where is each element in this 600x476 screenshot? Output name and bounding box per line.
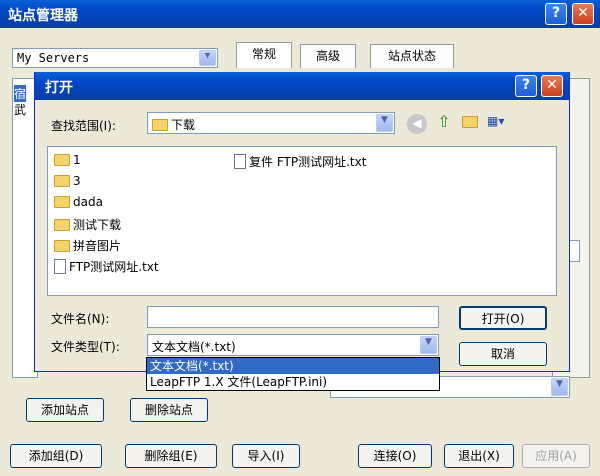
filename-input[interactable] bbox=[147, 306, 439, 328]
look-in-select[interactable]: 下载 ▼ bbox=[147, 112, 395, 134]
close-button[interactable]: ✕ bbox=[572, 3, 594, 25]
list-item[interactable]: 复件 FTP测试网址.txt bbox=[234, 153, 366, 170]
back-icon[interactable]: ◀ bbox=[407, 114, 427, 134]
view-menu-icon[interactable]: ▦▾ bbox=[487, 114, 515, 132]
look-in-value: 下载 bbox=[171, 118, 196, 132]
list-item[interactable]: 1 bbox=[54, 153, 81, 167]
help-button[interactable]: ? bbox=[515, 75, 537, 97]
list-item[interactable]: FTP测试网址.txt bbox=[54, 258, 159, 275]
server-select[interactable]: My Servers ▼ bbox=[12, 48, 218, 68]
look-in-label: 查找范围(I): bbox=[51, 119, 116, 133]
dropdown-option[interactable]: 文本文档(*.txt) bbox=[147, 358, 439, 374]
filename-label: 文件名(N): bbox=[51, 312, 110, 326]
filetype-label: 文件类型(T): bbox=[51, 340, 120, 354]
chevron-down-icon[interactable]: ▼ bbox=[420, 336, 437, 354]
list-item[interactable]: dada bbox=[54, 195, 103, 209]
text-file-icon bbox=[234, 154, 246, 169]
delete-group-button[interactable]: 删除组(E) bbox=[125, 444, 217, 468]
help-button[interactable]: ? bbox=[545, 3, 567, 25]
folder-icon bbox=[54, 175, 70, 187]
list-item[interactable]: 3 bbox=[54, 174, 81, 188]
text-file-icon bbox=[54, 259, 66, 274]
exit-button[interactable]: 退出(X) bbox=[444, 444, 514, 468]
folder-icon bbox=[54, 196, 70, 208]
chevron-down-icon[interactable]: ▼ bbox=[551, 378, 568, 396]
server-select-value: My Servers bbox=[17, 51, 90, 65]
filetype-select[interactable]: 文本文档(*.txt) ▼ bbox=[147, 334, 439, 356]
delete-site-button[interactable]: 删除站点 bbox=[130, 398, 208, 422]
chevron-down-icon[interactable]: ▼ bbox=[376, 114, 393, 132]
new-folder-icon[interactable] bbox=[459, 112, 481, 134]
close-button[interactable]: ✕ bbox=[541, 75, 563, 97]
add-group-button[interactable]: 添加组(D) bbox=[10, 444, 102, 468]
file-list[interactable]: 1 3 dada 测试下载 拼音图片 FTP测试网址.txt 复件 FTP测试网… bbox=[47, 146, 557, 296]
open-dialog-title: 打开 bbox=[45, 80, 73, 96]
folder-icon bbox=[54, 154, 70, 166]
tab-site-status[interactable]: 站点状态 bbox=[370, 44, 454, 68]
site-manager-title: 站点管理器 bbox=[8, 8, 78, 24]
connect-button[interactable]: 连接(O) bbox=[358, 444, 432, 468]
chevron-down-icon[interactable]: ▼ bbox=[199, 50, 216, 66]
list-item[interactable]: 拼音图片 bbox=[54, 237, 121, 254]
import-button[interactable]: 导入(I) bbox=[232, 444, 300, 468]
folder-icon bbox=[54, 240, 70, 252]
tree-item[interactable]: 宿 bbox=[14, 85, 27, 102]
apply-button[interactable]: 应用(A) bbox=[522, 444, 590, 468]
open-dialog-titlebar: 打开 ? ✕ bbox=[35, 72, 569, 100]
open-dialog: 打开 ? ✕ 查找范围(I): 下载 ▼ ◀ ⇧ ▦▾ 1 3 dada 测试下… bbox=[34, 72, 570, 372]
folder-icon bbox=[54, 219, 70, 231]
tree-item[interactable]: 武 bbox=[14, 101, 26, 118]
tab-general[interactable]: 常规 bbox=[236, 42, 292, 68]
dropdown-option[interactable]: LeapFTP 1.X 文件(LeapFTP.ini) bbox=[147, 374, 439, 390]
up-folder-icon[interactable]: ⇧ bbox=[433, 112, 455, 134]
cancel-button[interactable]: 取消 bbox=[459, 342, 547, 366]
filetype-value: 文本文档(*.txt) bbox=[152, 340, 236, 354]
list-item[interactable]: 测试下载 bbox=[54, 216, 121, 233]
open-button[interactable]: 打开(O) bbox=[459, 306, 547, 330]
add-site-button[interactable]: 添加站点 bbox=[26, 398, 104, 422]
folder-icon bbox=[152, 119, 168, 131]
filetype-dropdown[interactable]: 文本文档(*.txt) LeapFTP 1.X 文件(LeapFTP.ini) bbox=[146, 357, 440, 391]
tab-advanced[interactable]: 高级 bbox=[300, 44, 356, 68]
site-manager-titlebar: 站点管理器 ? ✕ bbox=[0, 0, 600, 28]
